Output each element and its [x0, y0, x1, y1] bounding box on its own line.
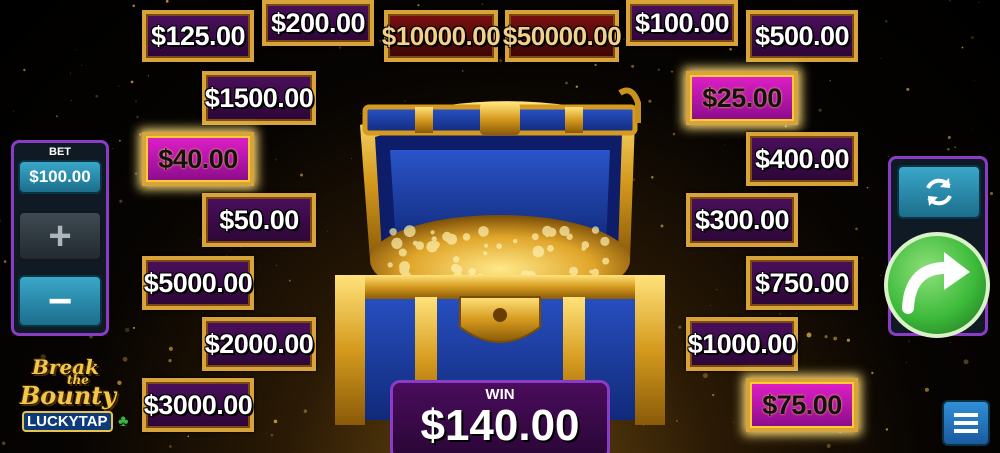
- prize-tile-highlighted[interactable]: $25.00: [686, 71, 798, 125]
- game-logo: Break the Bounty LUCKYTAP ♣: [12, 355, 138, 435]
- prize-tile-highlighted[interactable]: $40.00: [142, 132, 254, 186]
- prize-tile[interactable]: $2000.00: [202, 317, 316, 371]
- clover-icon: ♣: [118, 413, 129, 430]
- refresh-icon: [926, 178, 952, 206]
- prize-tile[interactable]: $200.00: [262, 0, 374, 46]
- bet-label: BET: [49, 146, 71, 158]
- refresh-button[interactable]: [897, 165, 981, 219]
- prize-tile[interactable]: $100.00: [626, 0, 738, 46]
- prize-tile[interactable]: $400.00: [746, 132, 858, 186]
- prize-tile[interactable]: $50000.00: [503, 10, 622, 62]
- game-stage: $125.00 $200.00 $10000.00 $50000.00 $100…: [0, 0, 1000, 453]
- win-panel: WIN $140.00: [390, 380, 610, 453]
- prize-tile[interactable]: $750.00: [746, 256, 858, 310]
- curved-arrow-icon: [902, 252, 970, 314]
- prize-tile[interactable]: $50.00: [202, 193, 316, 247]
- logo-word-bounty: Bounty: [20, 381, 117, 410]
- bet-panel: BET $100.00 + −: [11, 140, 109, 336]
- prize-tile[interactable]: $125.00: [142, 10, 254, 62]
- spin-button[interactable]: [884, 232, 990, 338]
- prize-tile[interactable]: $500.00: [746, 10, 858, 62]
- logo-luckytap: LUCKYTAP: [22, 411, 113, 432]
- bet-increase-button[interactable]: +: [18, 211, 102, 261]
- bet-value-display[interactable]: $100.00: [18, 160, 102, 194]
- treasure-chest: [335, 87, 665, 425]
- menu-button[interactable]: [942, 400, 990, 446]
- prize-tile[interactable]: $5000.00: [142, 256, 254, 310]
- prize-tile-highlighted[interactable]: $75.00: [746, 378, 858, 432]
- prize-tile[interactable]: $1000.00: [686, 317, 798, 371]
- prize-tile[interactable]: $3000.00: [142, 378, 254, 432]
- hamburger-menu-icon: [954, 413, 978, 433]
- win-amount: $140.00: [420, 401, 580, 450]
- prize-tile[interactable]: $1500.00: [202, 71, 316, 125]
- prize-tile[interactable]: $300.00: [686, 193, 798, 247]
- bet-decrease-button[interactable]: −: [18, 275, 102, 327]
- prize-tile[interactable]: $10000.00: [382, 10, 501, 62]
